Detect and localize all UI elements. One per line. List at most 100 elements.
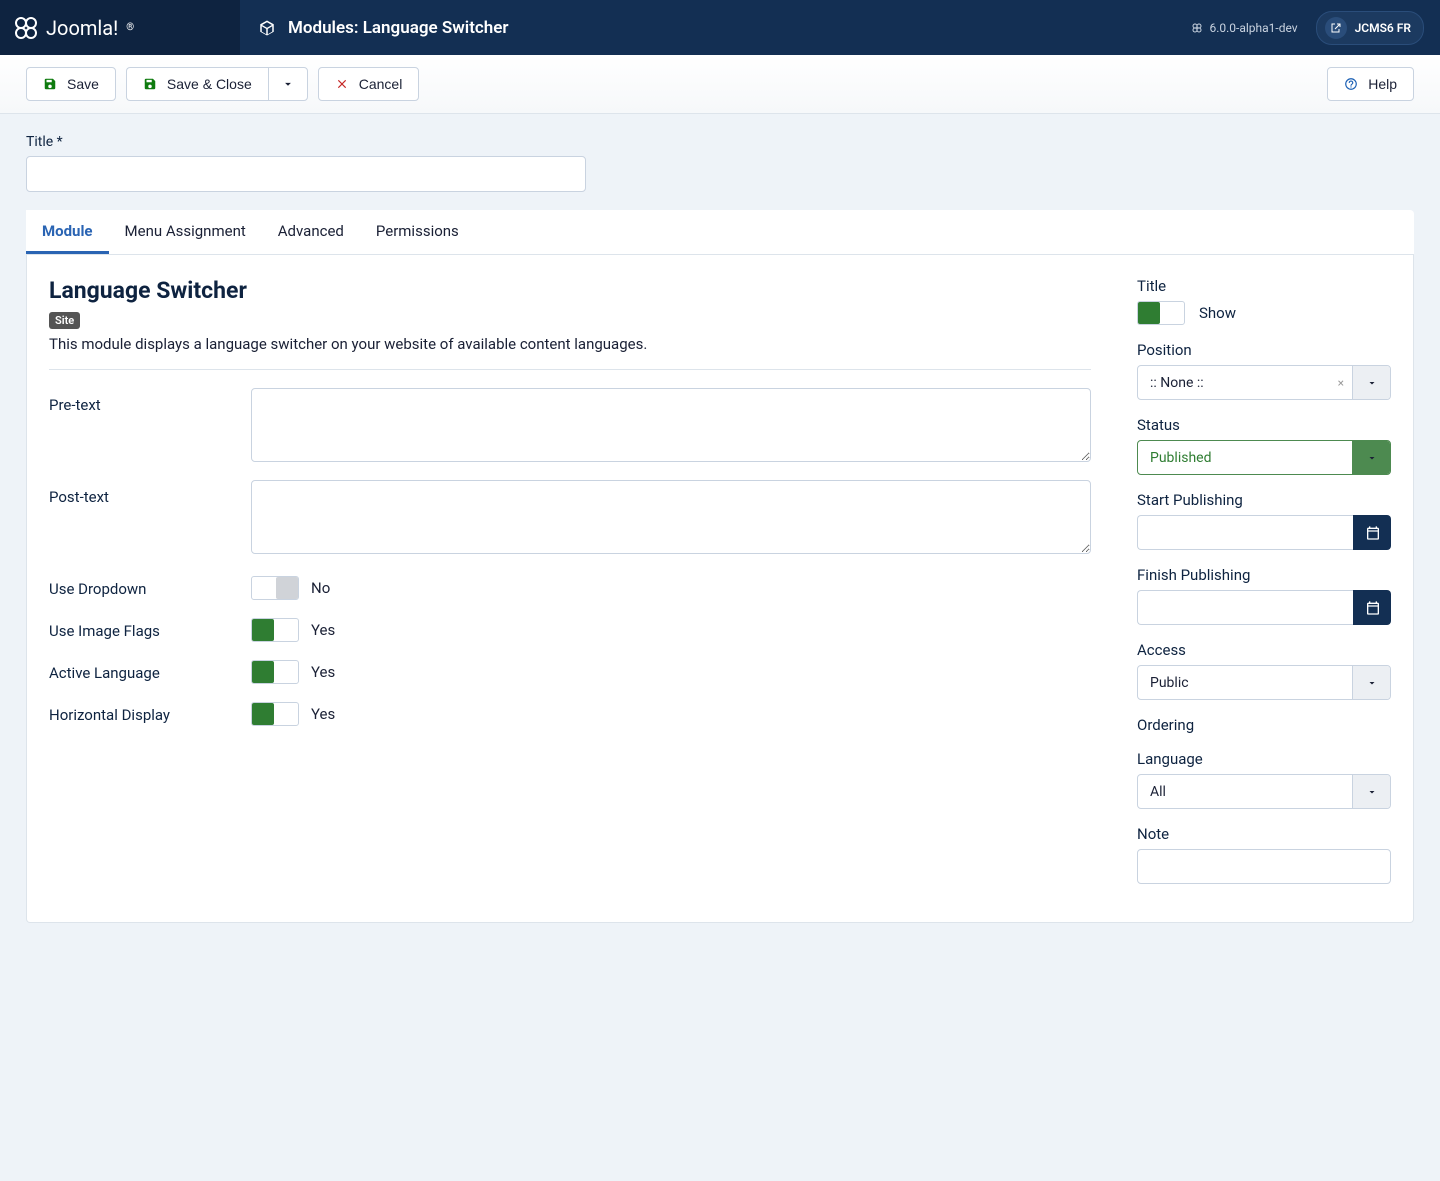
language-select[interactable]: All	[1137, 774, 1391, 809]
calendar-icon	[1365, 600, 1381, 616]
joomla-small-icon	[1191, 22, 1203, 34]
chevron-down-icon	[1366, 677, 1378, 689]
side-language: Language All	[1137, 750, 1391, 809]
joomla-logo[interactable]: Joomla! ®	[14, 16, 134, 40]
post-text-control	[251, 480, 1091, 558]
side-title-toggle[interactable]	[1137, 301, 1185, 325]
pre-text-input[interactable]	[251, 388, 1091, 462]
chevron-down-icon	[1366, 377, 1378, 389]
toggle-knob	[276, 577, 298, 599]
side-finish-publishing: Finish Publishing	[1137, 566, 1391, 625]
note-label: Note	[1137, 825, 1391, 843]
version-text: 6.0.0-alpha1-dev	[1209, 21, 1297, 35]
site-name: JCMS6 FR	[1355, 21, 1411, 35]
toolbar: Save Save & Close Cancel Help	[0, 55, 1440, 114]
access-value: Public	[1138, 666, 1352, 699]
position-select[interactable]: :: None :: ×	[1137, 365, 1391, 400]
pre-text-control	[251, 388, 1091, 466]
status-arrow[interactable]	[1352, 441, 1390, 474]
side-status: Status Published	[1137, 416, 1391, 475]
divider	[49, 369, 1091, 370]
help-button[interactable]: Help	[1327, 67, 1414, 101]
post-text-label: Post-text	[49, 480, 251, 506]
active-language-control: Yes	[251, 656, 1091, 684]
finish-publishing-calendar[interactable]	[1353, 590, 1391, 625]
language-arrow[interactable]	[1352, 775, 1390, 808]
topbar-right: 6.0.0-alpha1-dev JCMS6 FR	[1191, 11, 1440, 45]
version-badge[interactable]: 6.0.0-alpha1-dev	[1191, 21, 1297, 35]
topbar: Joomla! ® Modules: Language Switcher 6.0…	[0, 0, 1440, 55]
save-button[interactable]: Save	[26, 67, 116, 101]
start-publishing-calendar[interactable]	[1353, 515, 1391, 550]
chevron-down-icon	[1366, 786, 1378, 798]
active-language-value: Yes	[311, 663, 335, 681]
cancel-button[interactable]: Cancel	[318, 67, 420, 101]
post-text-input[interactable]	[251, 480, 1091, 554]
ordering-label: Ordering	[1137, 716, 1391, 734]
horizontal-display-label: Horizontal Display	[49, 698, 251, 724]
use-dropdown-value: No	[311, 579, 330, 597]
use-image-flags-toggle[interactable]	[251, 618, 299, 642]
chevron-down-icon	[281, 77, 295, 91]
main-column: Language Switcher Site This module displ…	[49, 277, 1091, 900]
save-close-button[interactable]: Save & Close	[126, 67, 268, 101]
use-dropdown-toggle[interactable]	[251, 576, 299, 600]
side-column: Title Show Position :: None :: × Status	[1137, 277, 1391, 900]
position-clear[interactable]: ×	[1330, 366, 1352, 399]
external-link-icon	[1330, 22, 1342, 34]
field-horizontal-display: Horizontal Display Yes	[49, 698, 1091, 726]
side-title-row: Show	[1137, 301, 1391, 325]
title-group: Title *	[26, 134, 1414, 192]
finish-publishing-group	[1137, 590, 1391, 625]
side-title-label: Title	[1137, 277, 1391, 295]
side-position: Position :: None :: ×	[1137, 341, 1391, 400]
cancel-label: Cancel	[359, 76, 403, 92]
field-pre-text: Pre-text	[49, 388, 1091, 466]
save-close-label: Save & Close	[167, 76, 252, 92]
field-use-image-flags: Use Image Flags Yes	[49, 614, 1091, 642]
help-label: Help	[1368, 76, 1397, 92]
title-input[interactable]	[26, 156, 586, 192]
field-post-text: Post-text	[49, 480, 1091, 558]
access-select[interactable]: Public	[1137, 665, 1391, 700]
start-publishing-input[interactable]	[1137, 515, 1353, 550]
toggle-knob	[1138, 302, 1160, 324]
side-note: Note	[1137, 825, 1391, 884]
tab-menu-assignment[interactable]: Menu Assignment	[109, 210, 262, 254]
save-close-group: Save & Close	[126, 67, 308, 101]
use-dropdown-label: Use Dropdown	[49, 572, 251, 598]
topbar-brand-area: Joomla! ®	[0, 0, 240, 55]
use-dropdown-control: No	[251, 572, 1091, 600]
side-status-label: Status	[1137, 416, 1391, 434]
side-title-value: Show	[1199, 304, 1236, 322]
help-icon	[1344, 77, 1358, 91]
note-input[interactable]	[1137, 849, 1391, 884]
active-language-toggle[interactable]	[251, 660, 299, 684]
module-icon	[258, 19, 276, 37]
active-language-label: Active Language	[49, 656, 251, 682]
tab-module[interactable]: Module	[26, 210, 109, 254]
page-title-area: Modules: Language Switcher	[240, 18, 1191, 38]
module-heading: Language Switcher	[49, 277, 1091, 304]
save-dropdown-button[interactable]	[268, 67, 308, 101]
site-link[interactable]: JCMS6 FR	[1316, 11, 1424, 45]
toggle-knob	[252, 703, 274, 725]
chevron-down-icon	[1366, 452, 1378, 464]
start-publishing-label: Start Publishing	[1137, 491, 1391, 509]
title-label: Title *	[26, 134, 1414, 150]
side-title: Title Show	[1137, 277, 1391, 325]
tabs: Module Menu Assignment Advanced Permissi…	[26, 210, 1414, 254]
status-select[interactable]: Published	[1137, 440, 1391, 475]
position-arrow[interactable]	[1352, 366, 1390, 399]
horizontal-display-toggle[interactable]	[251, 702, 299, 726]
toggle-knob	[252, 661, 274, 683]
side-access: Access Public	[1137, 641, 1391, 700]
tab-permissions[interactable]: Permissions	[360, 210, 475, 254]
access-arrow[interactable]	[1352, 666, 1390, 699]
module-description: This module displays a language switcher…	[49, 335, 1091, 353]
use-image-flags-control: Yes	[251, 614, 1091, 642]
calendar-icon	[1365, 525, 1381, 541]
field-active-language: Active Language Yes	[49, 656, 1091, 684]
finish-publishing-input[interactable]	[1137, 590, 1353, 625]
tab-advanced[interactable]: Advanced	[262, 210, 360, 254]
